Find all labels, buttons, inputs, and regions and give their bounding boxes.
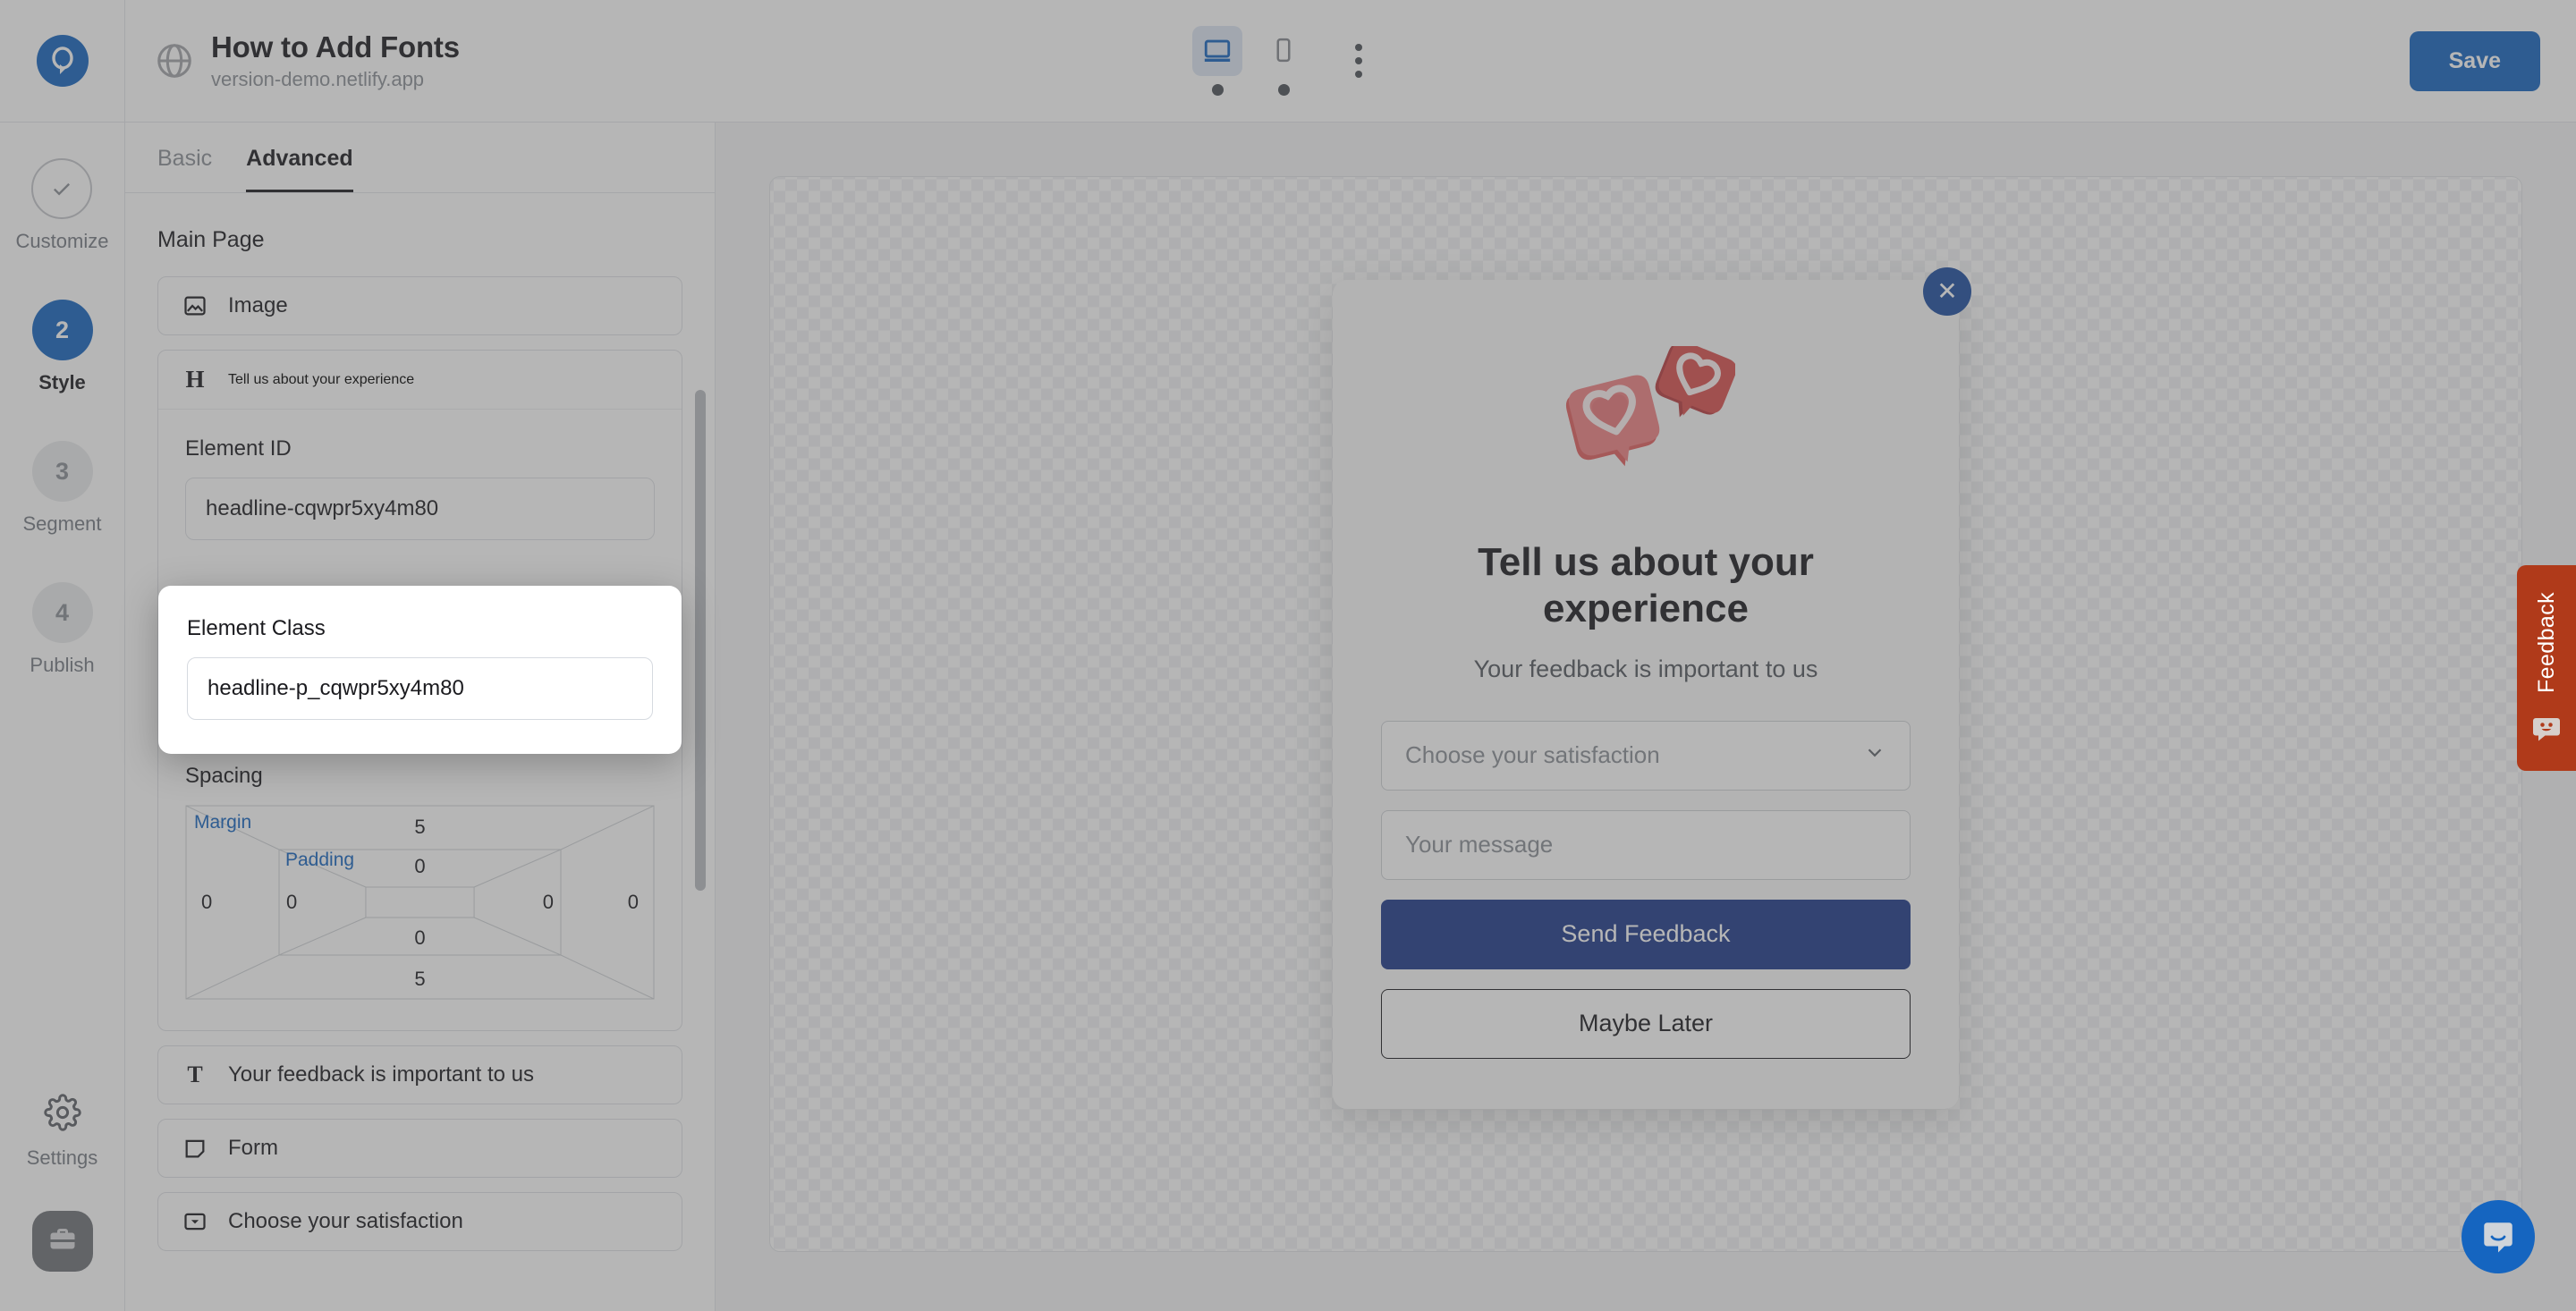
page-url: version-demo.netlify.app [211,68,425,90]
page-title: How to Add Fonts [211,30,460,63]
sidebar-item-style[interactable]: 2 Style [31,300,93,394]
desktop-view-indicator [1211,84,1224,96]
padding-bottom-value[interactable]: 0 [414,926,425,950]
globe-icon [154,40,195,81]
feedback-tab-label: Feedback [2533,592,2559,693]
avatar[interactable] [31,1211,93,1272]
list-item-form[interactable]: Form [157,1119,682,1178]
padding-top-value[interactable]: 0 [414,855,425,878]
padding-tag: Padding [285,850,355,870]
spacing-field-group: Spacing Margin Padding 5 5 0 0 0 0 0 0 [185,764,655,1000]
image-icon [182,292,208,319]
preview-canvas: ✕ Tell us about your experience Your fee… [716,123,2576,1311]
device-toggle-group [1192,26,1384,96]
briefcase-icon [47,1223,79,1260]
chevron-down-icon [1863,740,1886,770]
popupsmart-logo-icon [36,35,89,87]
list-item-label: Your feedback is important to us [228,1062,534,1087]
satisfaction-select-placeholder: Choose your satisfaction [1405,741,1660,769]
heading-h-icon: H [185,366,205,393]
more-vertical-icon[interactable] [1334,36,1384,86]
sidebar-item-publish[interactable]: 4 Publish [30,582,95,677]
desktop-monitor-icon [1202,35,1233,68]
sidebar-label-customize: Customize [15,230,109,252]
sidebar-label-publish: Publish [30,654,95,676]
margin-bottom-value[interactable]: 5 [414,968,425,991]
mobile-view-indicator [1277,84,1290,96]
margin-left-value[interactable]: 0 [201,891,212,914]
section-title-main-page: Main Page [157,227,265,252]
box-model-diagram[interactable]: Margin Padding 5 5 0 0 0 0 0 0 [185,805,655,1000]
sidebar-label-style: Style [38,371,86,393]
maybe-later-button[interactable]: Maybe Later [1381,988,1911,1059]
send-feedback-button[interactable]: Send Feedback [1381,899,1911,969]
element-id-input[interactable] [185,478,655,540]
chat-bubble-icon[interactable] [2462,1200,2535,1273]
sidebar-item-segment[interactable]: 3 Segment [22,441,102,536]
spacing-label: Spacing [185,764,263,788]
list-item-headline-header[interactable]: H Tell us about your experience [158,351,682,410]
panel-scrollbar-thumb[interactable] [695,390,706,891]
desktop-view-button[interactable] [1192,26,1242,76]
feedback-tab[interactable]: Feedback [2517,565,2576,771]
sidebar-label-segment: Segment [22,512,102,535]
padding-left-value[interactable]: 0 [286,891,297,914]
element-class-input[interactable] [187,657,653,720]
list-item-select[interactable]: Choose your satisfaction [157,1192,682,1251]
step-rail: Customize 2 Style 3 Segment 4 Publish Se… [0,123,125,1311]
mobile-phone-icon [1270,35,1297,68]
step-badge-2: 2 [31,300,93,360]
popup-subheading: Your feedback is important to us [1473,655,1818,682]
list-item-label: Image [228,293,288,317]
gear-icon [43,1094,81,1136]
text-t-icon: T [187,1061,203,1087]
form-icon [182,1135,208,1162]
message-input-placeholder: Your message [1405,831,1554,858]
sidebar-item-customize[interactable]: Customize [15,158,109,253]
check-icon [31,158,93,219]
margin-top-value[interactable]: 5 [414,816,425,839]
step-badge-4: 4 [31,582,93,643]
satisfaction-select[interactable]: Choose your satisfaction [1381,720,1911,791]
element-class-label: Element Class [187,616,326,640]
padding-right-value[interactable]: 0 [543,891,554,914]
sidebar-label-settings: Settings [26,1146,98,1169]
smiley-chat-icon [2530,713,2563,749]
select-dropdown-icon [182,1208,208,1235]
step-badge-3: 3 [31,441,93,502]
close-icon[interactable]: ✕ [1923,267,1971,317]
panel-tabs: Basic Advanced [125,123,715,193]
tab-advanced[interactable]: Advanced [246,146,353,192]
mobile-view-button[interactable] [1258,26,1309,76]
save-button[interactable]: Save [2409,30,2540,91]
sidebar-item-settings[interactable]: Settings [26,1094,98,1170]
list-item-label: Tell us about your experience [228,371,415,387]
element-id-field-group: Element ID [185,436,655,540]
element-class-spotlight-card: Element Class [158,586,682,754]
message-input[interactable]: Your message [1381,809,1911,880]
margin-tag: Margin [194,812,252,833]
list-item-image[interactable]: Image [157,276,682,335]
popup-heading: Tell us about your experience [1478,540,1814,630]
page-identity: How to Add Fonts version-demo.netlify.ap… [154,30,460,91]
margin-right-value[interactable]: 0 [628,891,639,914]
list-item-label: Choose your satisfaction [228,1209,463,1233]
top-bar: How to Add Fonts version-demo.netlify.ap… [0,0,2576,123]
tab-basic[interactable]: Basic [157,146,212,192]
app-logo[interactable] [0,0,125,122]
list-item-subtext[interactable]: T Your feedback is important to us [157,1045,682,1104]
list-item-label: Form [228,1136,278,1160]
popup-preview: ✕ Tell us about your experience Your fee… [1333,267,1971,1109]
heart-speech-bubbles-icon [1381,339,1911,509]
element-id-label: Element ID [185,436,292,461]
